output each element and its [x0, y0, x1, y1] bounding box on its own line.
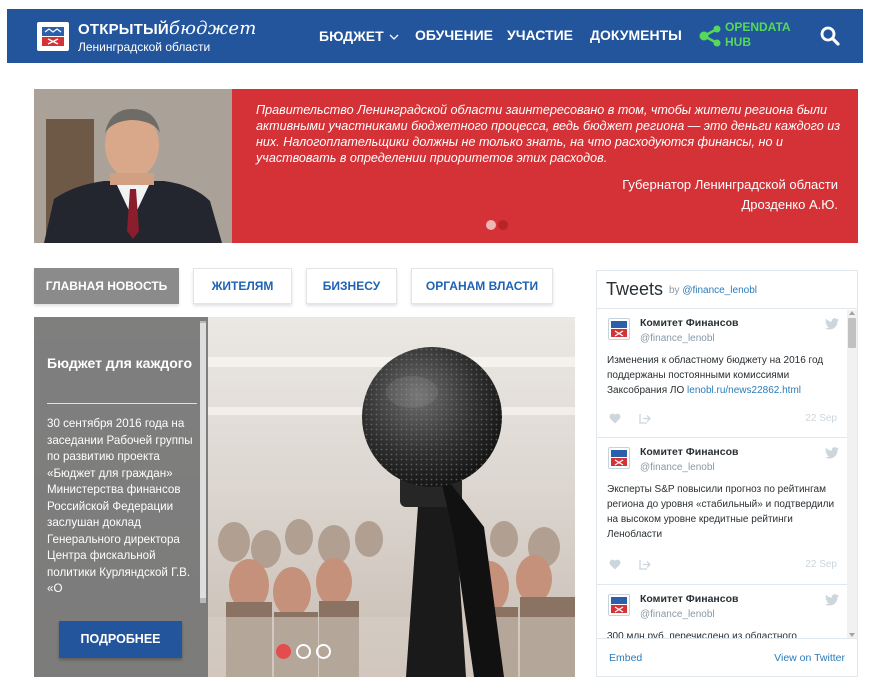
site-header: ОТКРЫТЫЙбюджет Ленинградской области БЮД… [7, 9, 863, 63]
news-dot-active[interactable] [276, 644, 291, 659]
page: ОТКРЫТЫЙбюджет Ленинградской области БЮД… [0, 0, 870, 692]
tweet-text: Эксперты S&P повысили прогноз по рейтинг… [607, 484, 835, 540]
tab-business[interactable]: БИЗНЕСУ [306, 268, 397, 304]
nav-budget[interactable]: БЮДЖЕТ [319, 27, 399, 47]
tweet-item: Комитет Финансов @finance_lenobl 300 млн… [597, 586, 847, 638]
news-title[interactable]: Бюджет для каждого [47, 353, 197, 373]
hero-dot[interactable] [498, 220, 508, 230]
tab-residents[interactable]: ЖИТЕЛЯМ [193, 268, 292, 304]
tweets-scrollbar[interactable] [847, 310, 857, 638]
tweet-list[interactable]: Комитет Финансов @finance_lenobl Изменен… [597, 310, 847, 638]
share-network-icon [699, 25, 721, 47]
opendata-line2: HUB [725, 35, 751, 49]
hero-quote: Правительство Ленинградской области заин… [256, 103, 841, 165]
chevron-down-icon [389, 27, 399, 43]
tweets-scrollbar-thumb[interactable] [848, 318, 856, 348]
opendata-label: OPENDATA HUB [725, 20, 791, 50]
scroll-down-icon[interactable] [849, 633, 855, 637]
tweets-header: Tweets by @finance_lenobl [597, 271, 857, 309]
embed-link[interactable]: Embed [609, 652, 642, 664]
logo-script-text: бюджет [168, 18, 257, 39]
tweet-author-name[interactable]: Комитет Финансов [640, 446, 738, 458]
news-pagination [276, 644, 336, 664]
logo-title[interactable]: ОТКРЫТЫЙбюджет [78, 18, 257, 40]
tweet-text: 300 млн руб. перечислено из областного [607, 631, 797, 638]
hero-banner: Правительство Ленинградской области заин… [34, 89, 858, 243]
tab-main-news[interactable]: ГЛАВНАЯ НОВОСТЬ [34, 268, 179, 304]
view-on-twitter-link[interactable]: View on Twitter [774, 652, 845, 664]
opendata-line1: OPENDATA [725, 20, 791, 34]
logo-subtitle: Ленинградской области [78, 40, 211, 54]
heart-icon[interactable] [609, 413, 621, 424]
hero-author-title: Губернатор Ленинградской области [622, 177, 838, 192]
hero-author-name: Дрозденко А.Ю. [741, 197, 839, 212]
tweet-date[interactable]: 22 Sep [805, 559, 837, 570]
tweets-widget: Tweets by @finance_lenobl Комитет Финанс… [596, 270, 858, 677]
tweets-title: Tweets [606, 279, 664, 299]
opendata-hub-link[interactable]: OPENDATA HUB [695, 18, 805, 54]
news-divider [47, 403, 197, 404]
news-text-panel: Бюджет для каждого 30 сентября 2016 года… [34, 317, 208, 677]
tweet-author-handle[interactable]: @finance_lenobl [640, 609, 715, 620]
tweet-author-name[interactable]: Комитет Финансов [640, 593, 738, 605]
news-slider: Бюджет для каждого 30 сентября 2016 года… [34, 317, 575, 677]
tweet-item: Комитет Финансов @finance_lenobl Эксперт… [597, 439, 847, 585]
tweets-account-link[interactable]: @finance_lenobl [682, 285, 757, 296]
tweet-author-handle[interactable]: @finance_lenobl [640, 462, 715, 473]
tweet-link[interactable]: lenobl.ru/news22862.html [687, 385, 801, 396]
news-body: 30 сентября 2016 года на заседании Рабоч… [47, 417, 193, 595]
emblem-icon[interactable] [37, 22, 69, 51]
avatar[interactable] [608, 594, 630, 616]
tweets-footer: Embed View on Twitter [597, 638, 857, 676]
scroll-up-icon[interactable] [849, 311, 855, 315]
tweets-by: by @finance_lenobl [669, 285, 757, 296]
twitter-bird-icon[interactable] [825, 594, 839, 606]
tweet-author-name[interactable]: Комитет Финансов [640, 317, 738, 329]
news-dot[interactable] [296, 644, 311, 659]
twitter-bird-icon[interactable] [825, 318, 839, 330]
tweet-date[interactable]: 22 Sep [805, 413, 837, 424]
share-icon[interactable] [639, 559, 651, 570]
nav-learning[interactable]: ОБУЧЕНИЕ [415, 27, 493, 47]
nav-participation[interactable]: УЧАСТИЕ [507, 27, 573, 47]
search-icon[interactable] [820, 26, 840, 46]
hero-pagination [486, 217, 510, 235]
news-scrollbar[interactable] [200, 321, 206, 603]
tweet-text: Изменения к областному бюджету на 2016 г… [607, 353, 839, 398]
nav-documents[interactable]: ДОКУМЕНТЫ [590, 27, 682, 47]
tab-government[interactable]: ОРГАНАМ ВЛАСТИ [411, 268, 553, 304]
avatar[interactable] [608, 318, 630, 340]
logo-title-text: ОТКРЫТЫЙ [78, 21, 169, 38]
heart-icon[interactable] [609, 559, 621, 570]
tweet-author-handle[interactable]: @finance_lenobl [640, 333, 715, 344]
hero-dot[interactable] [486, 220, 496, 230]
avatar[interactable] [608, 447, 630, 469]
twitter-bird-icon[interactable] [825, 447, 839, 459]
news-scrollbar-thumb[interactable] [200, 323, 206, 598]
governor-photo [34, 89, 232, 243]
share-icon[interactable] [639, 413, 651, 424]
more-button[interactable]: ПОДРОБНЕЕ [59, 621, 182, 658]
tweet-item: Комитет Финансов @finance_lenobl Изменен… [597, 310, 847, 438]
news-dot[interactable] [316, 644, 331, 659]
tweets-by-label: by [669, 285, 680, 296]
nav-budget-label: БЮДЖЕТ [319, 28, 384, 44]
